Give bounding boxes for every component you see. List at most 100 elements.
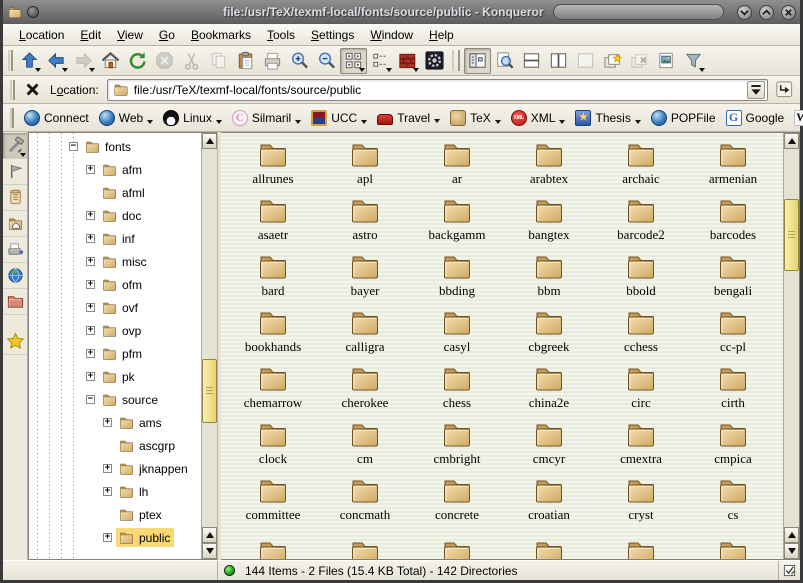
folder-icon-view[interactable]: allrunes apl ar: [221, 133, 783, 559]
bookmark-item[interactable]: Connect: [19, 108, 94, 128]
tree-item[interactable]: inf: [29, 227, 201, 250]
tree-expander[interactable]: [69, 142, 78, 151]
folder-item[interactable]: archaic: [595, 139, 687, 195]
folder-item[interactable]: cs: [687, 475, 779, 531]
tree-expander[interactable]: [103, 487, 112, 496]
back-button[interactable]: [43, 48, 70, 74]
menu-item[interactable]: Tools: [259, 26, 303, 44]
bookmark-item[interactable]: G Google: [721, 108, 790, 128]
new-tab-button[interactable]: [599, 48, 626, 74]
folder-item[interactable]: calligra: [319, 307, 411, 363]
scroll-down-button[interactable]: [202, 543, 217, 559]
location-input[interactable]: [134, 83, 747, 97]
cut-button[interactable]: [178, 48, 205, 74]
menu-item[interactable]: Help: [421, 26, 462, 44]
titlebar[interactable]: file:/usr/TeX/texmf-local/fonts/source/p…: [3, 0, 800, 24]
scroll-up-button[interactable]: [784, 133, 799, 149]
folder-item[interactable]: cherokee: [319, 363, 411, 419]
show-navigation-panel-button[interactable]: [464, 48, 491, 74]
folder-item[interactable]: [595, 537, 687, 559]
tree-expander[interactable]: [86, 326, 95, 335]
sidebar-tab-home-folder[interactable]: [3, 211, 27, 237]
menu-item[interactable]: Window: [362, 26, 421, 44]
location-dropdown-button[interactable]: [747, 81, 765, 99]
icon-view-scrollbar[interactable]: [783, 133, 799, 559]
folder-item[interactable]: cmpica: [687, 419, 779, 475]
toolbar-grip[interactable]: [10, 108, 14, 128]
toolbar-grip[interactable]: [8, 50, 13, 72]
folder-item[interactable]: circ: [595, 363, 687, 419]
folder-item[interactable]: concmath: [319, 475, 411, 531]
sidebar-tab-network[interactable]: [3, 263, 27, 289]
maximize-button[interactable]: [759, 5, 774, 20]
folder-item[interactable]: croatian: [503, 475, 595, 531]
folder-item[interactable]: barcode2: [595, 195, 687, 251]
close-button[interactable]: [781, 5, 796, 20]
tree-expander[interactable]: [86, 280, 95, 289]
scroll-down-button[interactable]: [784, 543, 799, 559]
bookmark-item[interactable]: Travel: [372, 109, 445, 127]
folder-item[interactable]: bbm: [503, 251, 595, 307]
bookmark-item[interactable]: TeX: [445, 108, 506, 128]
sidebar-tab-history[interactable]: [3, 185, 27, 211]
folder-item[interactable]: [503, 537, 595, 559]
zoom-out-button[interactable]: [313, 48, 340, 74]
sidebar-tab-configure[interactable]: [3, 133, 27, 159]
folder-item[interactable]: cm: [319, 419, 411, 475]
up-button[interactable]: [16, 48, 43, 74]
folder-item[interactable]: ar: [411, 139, 503, 195]
folder-item[interactable]: cmcyr: [503, 419, 595, 475]
bookmark-item[interactable]: XML XML: [506, 108, 571, 128]
folder-item[interactable]: bbold: [595, 251, 687, 307]
folder-item[interactable]: cchess: [595, 307, 687, 363]
tree-expander[interactable]: [86, 372, 95, 381]
tree-item[interactable]: ams: [29, 411, 201, 434]
print-button[interactable]: [259, 48, 286, 74]
tree-item[interactable]: pfm: [29, 342, 201, 365]
titlebar-grip[interactable]: [553, 4, 724, 20]
bookmark-item[interactable]: POPFile: [646, 108, 721, 128]
folder-item[interactable]: bengali: [687, 251, 779, 307]
folder-item[interactable]: cmextra: [595, 419, 687, 475]
folder-item[interactable]: china2e: [503, 363, 595, 419]
list-view-button[interactable]: [367, 48, 394, 74]
tree-expander[interactable]: [86, 165, 95, 174]
folder-item[interactable]: cirth: [687, 363, 779, 419]
split-view-top-bottom-button[interactable]: [518, 48, 545, 74]
bookmark-item[interactable]: ★ Thesis: [570, 108, 645, 128]
menu-item[interactable]: View: [109, 26, 151, 44]
menu-item[interactable]: Bookmarks: [183, 26, 259, 44]
folder-item[interactable]: bard: [227, 251, 319, 307]
bookmark-item[interactable]: C Silmaril: [227, 108, 306, 128]
tree-item[interactable]: fonts: [29, 135, 201, 158]
folder-item[interactable]: barcodes: [687, 195, 779, 251]
tree-item[interactable]: afm: [29, 158, 201, 181]
tree-expander[interactable]: [86, 349, 95, 358]
filter-button[interactable]: [680, 48, 707, 74]
folder-item[interactable]: cmbright: [411, 419, 503, 475]
zoom-in-button[interactable]: [286, 48, 313, 74]
reload-button[interactable]: [124, 48, 151, 74]
tree-expander[interactable]: [103, 464, 112, 473]
tree-item[interactable]: source: [29, 388, 201, 411]
folder-item[interactable]: arabtex: [503, 139, 595, 195]
sidebar-tab-bookmarks[interactable]: [3, 159, 27, 185]
folder-item[interactable]: [319, 537, 411, 559]
tree-item[interactable]: pk: [29, 365, 201, 388]
icon-view-button[interactable]: [340, 48, 367, 74]
tree-item[interactable]: public: [29, 526, 201, 549]
tree-expander[interactable]: [86, 303, 95, 312]
menu-item[interactable]: Settings: [303, 26, 362, 44]
go-button[interactable]: [772, 77, 796, 103]
menu-item[interactable]: Location: [11, 26, 72, 44]
tree-expander[interactable]: [103, 533, 112, 542]
location-combo[interactable]: [107, 79, 768, 101]
minimize-button[interactable]: [737, 5, 752, 20]
folder-item[interactable]: [227, 537, 319, 559]
bookmark-item[interactable]: UCC: [306, 108, 372, 128]
folder-item[interactable]: committee: [227, 475, 319, 531]
remove-active-view-button[interactable]: [572, 48, 599, 74]
folder-item[interactable]: cryst: [595, 475, 687, 531]
tree-scrollbar[interactable]: [201, 133, 217, 559]
window-menu-button[interactable]: [27, 6, 39, 18]
